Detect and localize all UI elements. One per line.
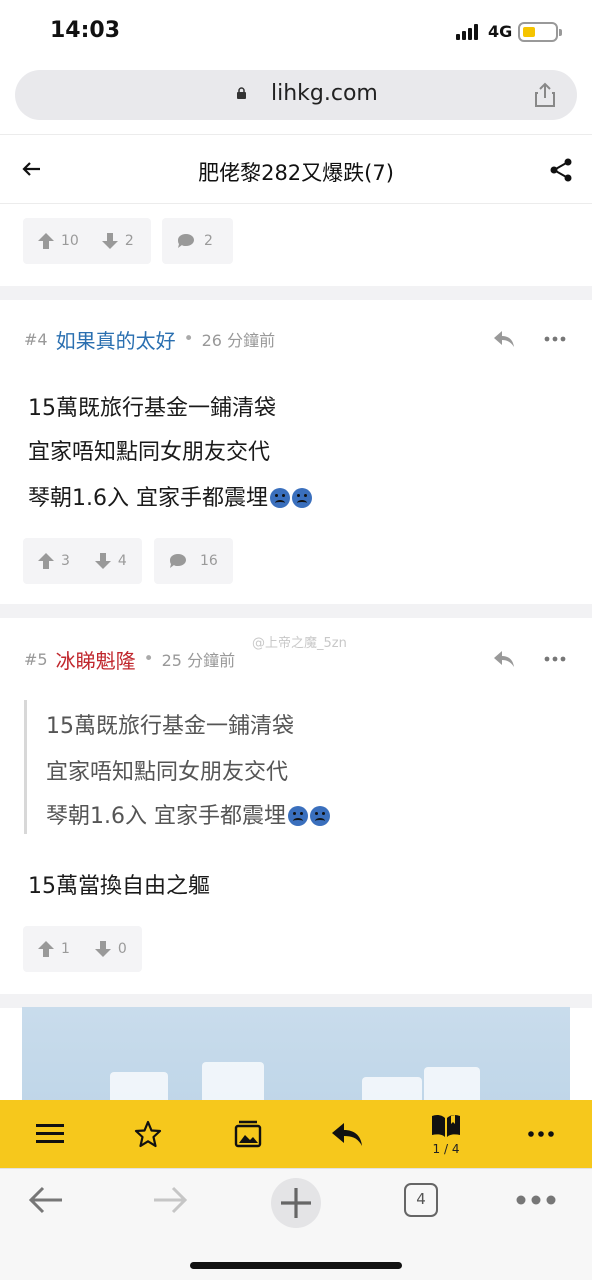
downvote-button[interactable]: 2 bbox=[101, 232, 134, 250]
upvote-button[interactable]: 3 bbox=[37, 552, 70, 570]
thumb-up-icon bbox=[38, 233, 54, 249]
comment-icon bbox=[178, 234, 194, 248]
downvote-count: 0 bbox=[117, 941, 127, 957]
reply-thread-button[interactable] bbox=[330, 1118, 364, 1150]
post-text: 琴朝1.6入 宜家手都震埋 bbox=[28, 486, 268, 511]
book-icon bbox=[432, 1114, 460, 1137]
reply-arrow-icon bbox=[332, 1123, 362, 1146]
downvote-button[interactable]: 0 bbox=[94, 940, 127, 958]
sad-emoji-icon bbox=[309, 806, 330, 826]
post-divider bbox=[0, 286, 592, 300]
post-text-line: 15萬當換自由之軀 bbox=[28, 874, 210, 899]
upvote-button[interactable]: 1 bbox=[37, 940, 70, 958]
quote-text-line: 宜家唔知點同女朋友交代 bbox=[46, 760, 289, 785]
share-icon[interactable] bbox=[548, 157, 574, 183]
comment-box[interactable]: 16 bbox=[154, 538, 233, 584]
upvote-count: 10 bbox=[61, 233, 79, 249]
post-header: #4 如果真的太好 • 26 分鐘前 bbox=[24, 325, 276, 354]
downvote-count: 4 bbox=[117, 553, 127, 569]
home-indicator[interactable] bbox=[190, 1262, 402, 1269]
separator-dot: • bbox=[143, 649, 154, 669]
upvote-count: 1 bbox=[61, 941, 70, 957]
more-icon[interactable] bbox=[544, 336, 566, 342]
favorite-button[interactable] bbox=[134, 1118, 162, 1150]
prev-vote-box: 10 2 bbox=[23, 218, 151, 264]
sad-emoji-icon bbox=[269, 488, 290, 508]
status-bar: 14:03 4G bbox=[0, 0, 592, 64]
comment-count: 2 bbox=[204, 233, 213, 249]
thread-toolbar: 1 / 4 bbox=[0, 1100, 592, 1168]
post-text-line: 15萬既旅行基金一鋪清袋 bbox=[28, 396, 276, 421]
signal-icon bbox=[456, 22, 478, 40]
thumb-down-icon bbox=[94, 553, 111, 569]
battery-icon bbox=[518, 22, 562, 42]
post-header: #5 冰睇魁隆 • 25 分鐘前 bbox=[24, 645, 236, 674]
image-icon bbox=[234, 1120, 262, 1148]
nav-forward-icon[interactable] bbox=[152, 1183, 188, 1217]
post-number: #5 bbox=[24, 649, 48, 669]
quote-bar bbox=[24, 700, 27, 834]
thread-title: 肥佬黎282又爆跌(7) bbox=[198, 161, 394, 185]
downvote-button[interactable]: 4 bbox=[94, 552, 127, 570]
sad-emoji-icon bbox=[287, 806, 308, 826]
new-tab-icon[interactable] bbox=[270, 1177, 322, 1229]
page-jump-button[interactable] bbox=[430, 1110, 462, 1142]
ellipsis-icon bbox=[528, 1131, 554, 1137]
quote-text-line: 琴朝1.6入 宜家手都震埋 bbox=[46, 798, 330, 830]
comment-icon bbox=[170, 554, 186, 568]
page-indicator: 1 / 4 bbox=[432, 1142, 460, 1156]
sad-emoji-icon bbox=[291, 488, 312, 508]
thumb-up-icon bbox=[38, 553, 54, 569]
menu-button[interactable] bbox=[36, 1118, 64, 1150]
lock-icon bbox=[237, 87, 246, 99]
more-options-button[interactable] bbox=[528, 1118, 554, 1150]
address-bar[interactable]: lihkg.com bbox=[15, 70, 577, 120]
image-mode-button[interactable] bbox=[233, 1118, 263, 1150]
upvote-button[interactable]: 10 bbox=[37, 232, 79, 250]
quote-text-line: 15萬既旅行基金一鋪清袋 bbox=[46, 714, 294, 739]
watermark: @上帝之魔_5zn bbox=[252, 636, 347, 651]
post-text-line: 琴朝1.6入 宜家手都震埋 bbox=[28, 480, 312, 512]
prev-comment-box[interactable]: 2 bbox=[162, 218, 233, 264]
network-type: 4G bbox=[488, 22, 513, 41]
status-time: 14:03 bbox=[50, 18, 121, 43]
post-vote-box: 1 0 bbox=[23, 926, 142, 972]
post-text-line: 宜家唔知點同女朋友交代 bbox=[28, 440, 271, 465]
comment-count: 16 bbox=[200, 553, 218, 569]
menu-icon bbox=[36, 1124, 64, 1143]
post-divider bbox=[0, 604, 592, 618]
nav-back-icon[interactable] bbox=[28, 1183, 64, 1217]
post-number: #4 bbox=[24, 329, 48, 349]
upvote-count: 3 bbox=[61, 553, 70, 569]
post-author[interactable]: 如果真的太好 bbox=[56, 325, 176, 354]
post-vote-box: 3 4 bbox=[23, 538, 142, 584]
reply-icon[interactable] bbox=[492, 328, 516, 350]
separator-dot: • bbox=[183, 329, 194, 349]
thumb-down-icon bbox=[101, 233, 118, 249]
thumb-down-icon bbox=[94, 941, 111, 957]
more-icon[interactable] bbox=[544, 656, 566, 662]
post-time: 25 分鐘前 bbox=[161, 651, 236, 670]
thumb-up-icon bbox=[38, 941, 54, 957]
post-time: 26 分鐘前 bbox=[201, 331, 276, 350]
share-upload-icon[interactable] bbox=[533, 82, 557, 108]
url-text: lihkg.com bbox=[271, 81, 378, 106]
browser-more-icon[interactable] bbox=[516, 1195, 556, 1205]
tab-count-icon[interactable]: 4 bbox=[404, 1183, 438, 1217]
post-divider bbox=[0, 994, 592, 1008]
thread-header: 肥佬黎282又爆跌(7) bbox=[0, 134, 592, 204]
star-icon bbox=[134, 1120, 162, 1148]
post-author[interactable]: 冰睇魁隆 bbox=[56, 645, 136, 674]
downvote-count: 2 bbox=[124, 233, 134, 249]
reply-icon[interactable] bbox=[492, 648, 516, 670]
quote-text: 琴朝1.6入 宜家手都震埋 bbox=[46, 804, 286, 829]
